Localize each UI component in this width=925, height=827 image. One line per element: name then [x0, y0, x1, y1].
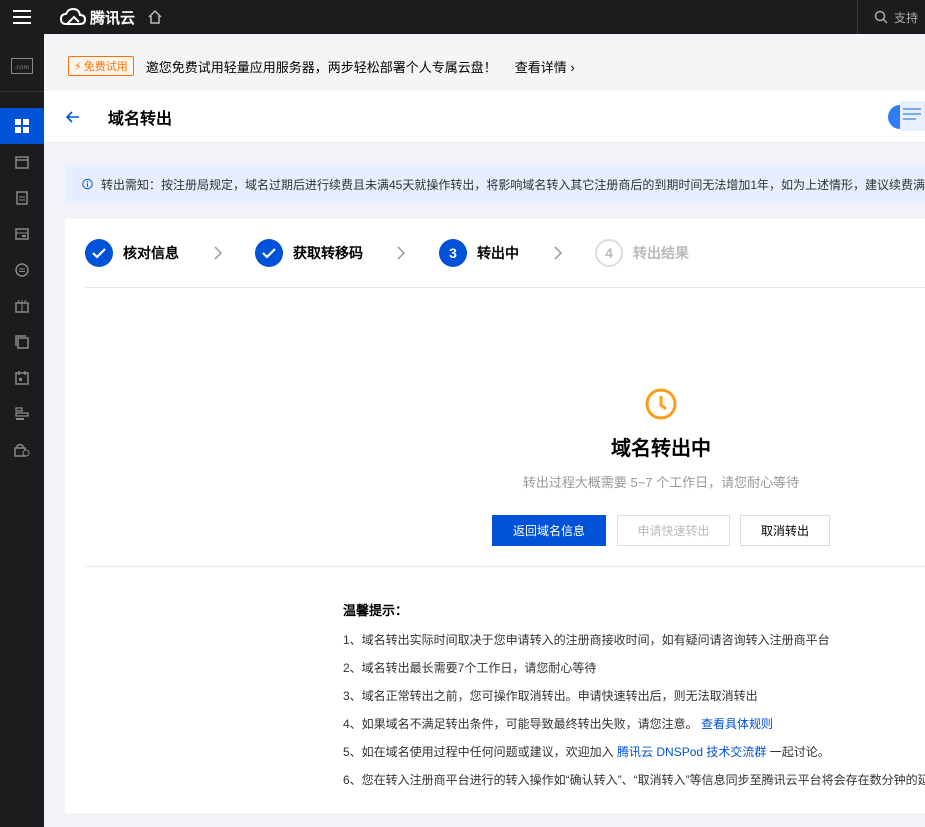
tip-text: 6、您在转入注册商平台进行的转入操作如“确认转入”、“取消转入”等信息同步至腾讯… — [343, 773, 925, 787]
sidebar-item-5[interactable] — [0, 252, 44, 288]
divider — [85, 287, 925, 288]
sidebar-item-6[interactable] — [0, 288, 44, 324]
tip-text: 3、域名正常转出之前，您可操作取消转出。申请快速转出后，则无法取消转出 — [343, 689, 758, 703]
sidebar-item-overview[interactable] — [0, 108, 44, 144]
gift-icon — [15, 299, 29, 313]
cancel-transfer-button[interactable]: 取消转出 — [740, 515, 830, 546]
promo-banner: ⚡ 免费试用 邀您免费试用轻量应用服务器，两步轻松部署个人专属云盘！ 查看详情 … — [44, 41, 925, 91]
sidebar-item-domain-com[interactable]: .com — [0, 48, 44, 84]
page-title: 域名转出 — [108, 110, 173, 128]
step-number: 4 — [595, 239, 623, 267]
brand-logo[interactable]: 腾讯云 — [60, 7, 135, 28]
search-box[interactable]: 支持 — [857, 0, 925, 34]
sidebar-item-4[interactable] — [0, 216, 44, 252]
chevron-right-icon — [554, 246, 563, 260]
transfer-notice: 转出需知：按注册局规定，域名过期后进行续费且未满45天就操作转出，将影响域名转入… — [65, 165, 925, 203]
calendar-icon — [15, 156, 29, 169]
status-description: 转出过程大概需要 5~7 个工作日，请您耐心等待 — [522, 475, 800, 490]
help-widget-icon[interactable] — [888, 101, 925, 131]
sidebar: .com — [0, 34, 44, 827]
step-transferring: 3 转出中 — [439, 239, 519, 267]
step-number: 3 — [439, 239, 467, 267]
chevron-right-icon — [397, 246, 406, 260]
tip-text-after: 一起讨论。 — [769, 745, 830, 759]
home-icon[interactable] — [147, 9, 163, 25]
top-bar: 腾讯云 支持 — [0, 0, 925, 34]
document-icon — [16, 191, 28, 205]
sidebar-item-10[interactable] — [0, 432, 44, 468]
sidebar-item-8[interactable] — [0, 360, 44, 396]
clock-icon — [645, 388, 677, 420]
tip-text: 4、如果域名不满足转出条件，可能导致最终转出失败，请您注意。 — [343, 717, 698, 731]
step-label: 核对信息 — [123, 245, 179, 261]
status-title: 域名转出中 — [611, 438, 711, 460]
check-icon — [85, 239, 113, 267]
tip-text: 2、域名转出最长需要7个工作日，请您耐心等待 — [343, 661, 597, 675]
tip-item: 5、如在域名使用过程中任何问题或建议，欢迎加入 腾讯云 DNSPod 技术交流群… — [343, 744, 925, 772]
free-trial-badge[interactable]: ⚡ 免费试用 — [68, 56, 134, 76]
sidebar-item-7[interactable] — [0, 324, 44, 360]
back-to-domain-button[interactable]: 返回域名信息 — [492, 515, 606, 546]
copy-icon — [15, 335, 29, 349]
divider — [85, 566, 925, 567]
tip-text: 5、如在域名使用过程中任何问题或建议，欢迎加入 — [343, 745, 614, 759]
schedule-icon — [15, 371, 29, 385]
check-icon — [255, 239, 283, 267]
svg-text:.com: .com — [15, 64, 30, 71]
back-arrow-icon[interactable] — [64, 110, 80, 124]
tip-item: 1、域名转出实际时间取决于您申请转入的注册商接收时间，如有疑问请咨询转入注册商平… — [343, 632, 925, 660]
grid-icon — [15, 119, 29, 133]
tip-item: 2、域名转出最长需要7个工作日，请您耐心等待 — [343, 660, 925, 688]
lightning-icon: ⚡ — [74, 60, 82, 73]
step-get-code: 获取转移码 — [255, 239, 363, 267]
tip-item: 4、如果域名不满足转出条件，可能导致最终转出失败，请您注意。 查看具体规则 — [343, 716, 925, 744]
menu-icon[interactable] — [0, 0, 44, 34]
fast-transfer-button[interactable]: 申请快速转出 — [617, 515, 730, 546]
sidebar-item-3[interactable] — [0, 180, 44, 216]
page-header: 域名转出 — [44, 91, 925, 143]
sidebar-divider — [0, 91, 44, 92]
tip-item: 6、您在转入注册商平台进行的转入操作如“确认转入”、“取消转入”等信息同步至腾讯… — [343, 772, 925, 800]
sidebar-item-2[interactable] — [0, 144, 44, 180]
step-verify-info: 核对信息 — [85, 239, 179, 267]
notice-text: 转出需知：按注册局规定，域名过期后进行续费且未满45天就操作转出，将影响域名转入… — [100, 177, 925, 192]
promo-details-link[interactable]: 查看详情 › — [515, 57, 575, 76]
tips-section: 温馨提示： 1、域名转出实际时间取决于您申请转入的注册商接收时间，如有疑问请咨询… — [343, 600, 925, 800]
tip-item: 3、域名正常转出之前，您可操作取消转出。申请快速转出后，则无法取消转出 — [343, 688, 925, 716]
free-trial-label: 免费试用 — [83, 61, 128, 73]
lock-clock-icon — [14, 443, 30, 457]
tips-title: 温馨提示： — [343, 603, 409, 618]
info-icon — [82, 178, 93, 190]
dnspod-group-link[interactable]: 腾讯云 DNSPod 技术交流群 — [617, 745, 766, 759]
chevron-right-icon — [214, 246, 223, 260]
step-label: 获取转移码 — [293, 245, 363, 261]
cloud-logo-icon — [60, 8, 86, 25]
step-label: 转出中 — [477, 245, 519, 261]
brand-name: 腾讯云 — [90, 9, 136, 27]
transfer-card: 核对信息 获取转移码 3 转出中 4 转出结果 域名转出中 转出过程大概需要 5… — [65, 219, 925, 813]
view-rules-link[interactable]: 查看具体规则 — [701, 717, 773, 731]
list-icon — [15, 407, 29, 420]
tip-text: 1、域名转出实际时间取决于您申请转入的注册商接收时间，如有疑问请咨询转入注册商平… — [343, 633, 830, 647]
search-icon — [874, 10, 888, 24]
step-label: 转出结果 — [633, 245, 689, 261]
step-result: 4 转出结果 — [595, 239, 689, 267]
dotcom-icon: .com — [11, 58, 33, 74]
search-placeholder: 支持 — [894, 10, 919, 25]
transfer-icon — [15, 228, 29, 240]
coin-icon — [15, 263, 29, 277]
promo-text: 邀您免费试用轻量应用服务器，两步轻松部署个人专属云盘！ — [145, 59, 497, 75]
sidebar-item-9[interactable] — [0, 396, 44, 432]
